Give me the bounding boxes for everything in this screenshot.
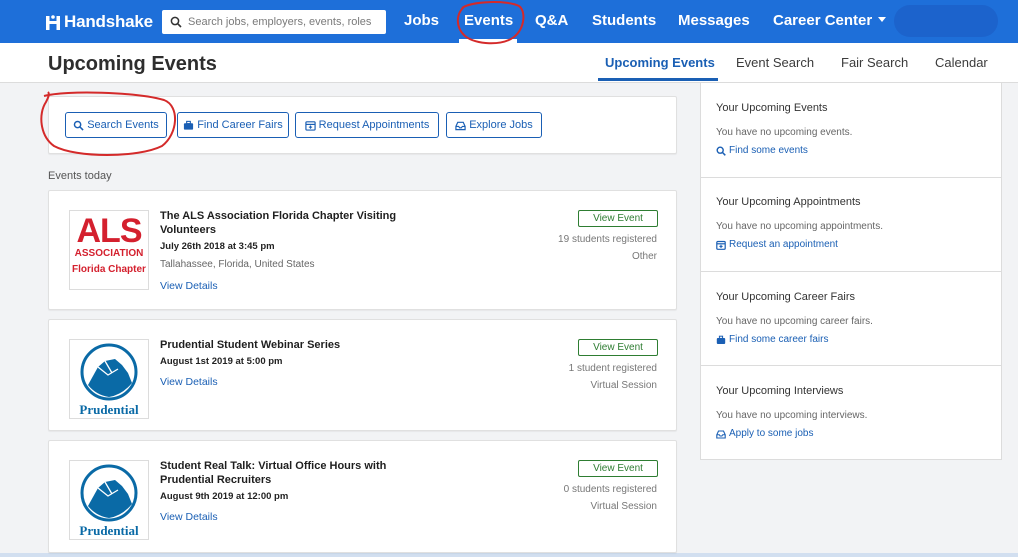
brand-name: Handshake (64, 12, 153, 31)
find-career-fairs-label: Find Career Fairs (197, 119, 283, 131)
als-logo-subtext: ASSOCIATION (74, 248, 144, 259)
search-icon (170, 16, 182, 28)
user-menu-redacted[interactable] (894, 5, 998, 37)
event-card: Prudential Prudential Student Webinar Se… (48, 319, 677, 431)
find-career-fairs-label: Find some career fairs (729, 334, 829, 345)
event-date: July 26th 2018 at 3:45 pm (160, 241, 275, 252)
request-appointment-link[interactable]: Request an appointment (716, 239, 838, 250)
nav-students[interactable]: Students (592, 12, 656, 29)
search-events-button[interactable]: Search Events (65, 112, 167, 138)
registered-count: 19 students registered (558, 234, 657, 245)
events-today-label: Events today (48, 170, 112, 182)
prudential-logo-text: Prudential (79, 402, 139, 417)
search-input[interactable] (188, 16, 378, 28)
nav-messages[interactable]: Messages (678, 12, 750, 29)
tab-event-search[interactable]: Event Search (736, 55, 814, 70)
event-type: Other (631, 251, 657, 262)
section-title: Your Upcoming Interviews (716, 385, 844, 397)
empty-message: You have no upcoming career fairs. (716, 316, 873, 327)
event-date: August 1st 2019 at 5:00 pm (160, 356, 283, 367)
apply-jobs-link[interactable]: Apply to some jobs (716, 428, 814, 439)
section-title: Your Upcoming Appointments (716, 196, 861, 208)
tab-upcoming-events[interactable]: Upcoming Events (605, 55, 715, 70)
tab-fair-search[interactable]: Fair Search (841, 55, 908, 70)
empty-message: You have no upcoming events. (716, 127, 853, 138)
upcoming-interviews-section: Your Upcoming Interviews You have no upc… (701, 366, 1001, 460)
briefcase-icon (716, 335, 726, 344)
event-card: ALS ASSOCIATION Florida Chapter The ALS … (48, 190, 677, 310)
request-appointment-label: Request an appointment (729, 239, 838, 250)
nav-jobs[interactable]: Jobs (404, 12, 439, 29)
als-association-logo[interactable]: ALS ASSOCIATION Florida Chapter (69, 210, 149, 290)
search-icon (73, 120, 84, 131)
global-search-box[interactable] (162, 10, 386, 34)
search-icon (716, 145, 726, 156)
section-title: Your Upcoming Events (716, 102, 828, 114)
handshake-logo-icon (46, 15, 60, 30)
view-event-button[interactable]: View Event (578, 339, 658, 356)
prudential-rock-icon (80, 464, 138, 522)
prudential-logo[interactable]: Prudential (69, 339, 149, 419)
handshake-logo[interactable]: Handshake (46, 11, 153, 33)
page-title: Upcoming Events (48, 53, 217, 75)
explore-jobs-button[interactable]: Explore Jobs (446, 112, 542, 138)
upcoming-sidebar: Your Upcoming Events You have no upcomin… (700, 83, 1002, 460)
quick-actions-card: Search Events Find Career Fairs Request … (48, 96, 677, 154)
registered-count: 1 student registered (568, 363, 657, 374)
page-header: Upcoming Events Upcoming Events Event Se… (0, 43, 1018, 83)
request-appointments-button[interactable]: Request Appointments (295, 112, 439, 138)
inbox-icon (716, 429, 726, 439)
top-navigation-bar: Handshake Jobs Events Q&A Students Messa… (0, 0, 1018, 43)
section-title: Your Upcoming Career Fairs (716, 291, 855, 303)
prudential-rock-icon (80, 343, 138, 401)
upcoming-appointments-section: Your Upcoming Appointments You have no u… (701, 178, 1001, 272)
event-title[interactable]: Student Real Talk: Virtual Office Hours … (160, 459, 400, 487)
explore-jobs-label: Explore Jobs (469, 119, 533, 131)
registered-count: 0 students registered (563, 484, 657, 495)
event-type: Virtual Session (590, 501, 657, 512)
event-title[interactable]: The ALS Association Florida Chapter Visi… (160, 209, 420, 237)
calendar-icon (716, 240, 726, 250)
event-card: Prudential Student Real Talk: Virtual Of… (48, 440, 677, 553)
als-logo-text: ALS (76, 212, 143, 250)
tab-calendar[interactable]: Calendar (935, 55, 988, 70)
view-details-link[interactable]: View Details (160, 376, 218, 388)
nav-career-center[interactable]: Career Center (773, 12, 887, 29)
event-title[interactable]: Prudential Student Webinar Series (160, 338, 420, 352)
event-location: Tallahassee, Florida, United States (160, 259, 315, 270)
page-bottom-edge (0, 553, 1018, 557)
prudential-logo-text: Prudential (79, 523, 139, 538)
upcoming-career-fairs-section: Your Upcoming Career Fairs You have no u… (701, 272, 1001, 366)
find-events-label: Find some events (729, 145, 808, 156)
event-date: August 9th 2019 at 12:00 pm (160, 491, 289, 502)
find-events-link[interactable]: Find some events (716, 145, 808, 156)
caret-down-icon (878, 16, 887, 22)
als-logo-chapter: Florida Chapter (72, 264, 146, 275)
empty-message: You have no upcoming appointments. (716, 221, 883, 232)
view-event-button[interactable]: View Event (578, 210, 658, 227)
find-career-fairs-button[interactable]: Find Career Fairs (177, 112, 289, 138)
find-career-fairs-link[interactable]: Find some career fairs (716, 334, 828, 345)
nav-career-center-label: Career Center (773, 12, 873, 29)
nav-qa[interactable]: Q&A (535, 12, 568, 29)
inbox-icon (455, 121, 466, 130)
view-event-button[interactable]: View Event (578, 460, 658, 477)
tab-active-indicator (598, 78, 718, 81)
upcoming-events-section: Your Upcoming Events You have no upcomin… (701, 83, 1001, 178)
empty-message: You have no upcoming interviews. (716, 410, 868, 421)
view-details-link[interactable]: View Details (160, 280, 218, 292)
request-appointments-label: Request Appointments (318, 119, 430, 131)
event-type: Virtual Session (590, 380, 657, 391)
prudential-logo[interactable]: Prudential (69, 460, 149, 540)
calendar-icon (304, 120, 316, 131)
view-details-link[interactable]: View Details (160, 511, 218, 523)
briefcase-icon (184, 120, 194, 130)
nav-events[interactable]: Events (464, 12, 513, 29)
apply-jobs-label: Apply to some jobs (729, 428, 814, 439)
search-events-label: Search Events (87, 119, 159, 131)
